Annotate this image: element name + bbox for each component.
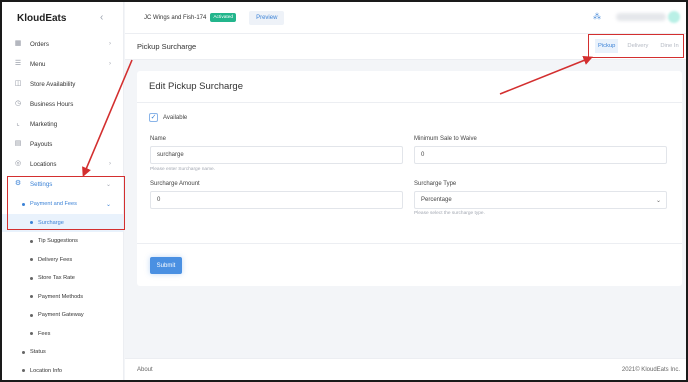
sidebar-item-label: Business Hours bbox=[30, 100, 74, 108]
clock-icon: ◷ bbox=[14, 100, 22, 107]
sidebar-item-label: Fees bbox=[38, 330, 51, 337]
sidebar-item-status[interactable]: Status bbox=[2, 343, 123, 362]
sidebar-item-fees[interactable]: Fees bbox=[2, 325, 123, 344]
min-sale-field[interactable]: 0 bbox=[414, 146, 667, 164]
tab-pickup[interactable]: Pickup bbox=[595, 39, 619, 53]
type-select[interactable]: Percentage ⌄ bbox=[414, 191, 667, 209]
sidebar-item-location-info[interactable]: Location Info bbox=[2, 362, 123, 381]
amount-label: Surcharge Amount bbox=[150, 181, 200, 187]
sidebar-item-menu[interactable]: ☰ Menu › bbox=[2, 54, 123, 74]
available-checkbox[interactable]: ✓ bbox=[149, 113, 158, 122]
card-title: Edit Pickup Surcharge bbox=[137, 71, 682, 103]
sidebar-item-payment-gateway[interactable]: Payment Gateway bbox=[2, 306, 123, 325]
type-hint: Please select the surcharge type. bbox=[414, 211, 485, 216]
user-name[interactable] bbox=[616, 13, 666, 21]
app-frame: KloudEats ‹ ▦ Orders › ☰ Menu › ◫ Store … bbox=[0, 0, 688, 382]
notification-icon[interactable]: ⁂ bbox=[593, 13, 601, 21]
amount-field[interactable]: 0 bbox=[150, 191, 403, 209]
sidebar-item-label: Status bbox=[30, 349, 46, 356]
bullet-icon bbox=[30, 295, 33, 299]
min-sale-label: Minimum Sale to Waive bbox=[414, 136, 477, 142]
sidebar-item-payment-methods[interactable]: Payment Methods bbox=[2, 288, 123, 307]
orders-icon: ▦ bbox=[14, 40, 22, 47]
menu-icon: ☰ bbox=[14, 60, 22, 67]
store-icon: ◫ bbox=[14, 80, 22, 87]
chevron-down-icon: ⌄ bbox=[655, 198, 661, 204]
sidebar-item-label: Store Tax Rate bbox=[38, 275, 75, 282]
bullet-icon bbox=[22, 369, 25, 373]
sidebar-item-label: Payment Methods bbox=[38, 293, 84, 300]
tab-delivery[interactable]: Delivery bbox=[624, 39, 651, 53]
collapse-sidebar-icon[interactable]: ‹ bbox=[100, 12, 103, 23]
page-title: Pickup Surcharge bbox=[137, 42, 197, 51]
divider bbox=[137, 243, 682, 244]
bullet-icon bbox=[30, 258, 33, 262]
sidebar-item-label: Store Availability bbox=[30, 80, 76, 88]
sidebar-item-label: Tip Suggestions bbox=[38, 238, 78, 245]
store-name: JC Wings and Fish-174 bbox=[144, 14, 207, 21]
sidebar-item-orders[interactable]: ▦ Orders › bbox=[2, 34, 123, 54]
sidebar-item-label: Delivery Fees bbox=[38, 256, 73, 263]
sidebar-item-payouts[interactable]: ▤ Payouts bbox=[2, 134, 123, 154]
chevron-right-icon: › bbox=[109, 61, 111, 67]
sidebar-item-label: Orders bbox=[30, 40, 49, 48]
bullet-icon bbox=[30, 313, 33, 317]
location-icon: ◎ bbox=[14, 160, 22, 167]
page-header: Pickup Surcharge Pickup Delivery Dine In bbox=[125, 34, 686, 60]
available-checkbox-row[interactable]: ✓ Available bbox=[149, 113, 187, 122]
brand-logo: KloudEats bbox=[17, 12, 67, 24]
sidebar-item-label: Locations bbox=[30, 160, 57, 168]
sidebar-item-business-hours[interactable]: ◷ Business Hours bbox=[2, 94, 123, 114]
name-label: Name bbox=[150, 136, 167, 142]
name-hint: Please enter Surcharge name. bbox=[150, 167, 216, 172]
avatar[interactable] bbox=[668, 11, 680, 23]
footer: About 2021© KloudEats Inc. bbox=[125, 358, 686, 380]
bullet-icon bbox=[22, 350, 25, 354]
bullet-icon bbox=[30, 276, 33, 280]
status-badge: Activated bbox=[210, 13, 237, 22]
top-bar: JC Wings and Fish-174 Activated Preview … bbox=[125, 2, 686, 34]
bullet-icon bbox=[30, 239, 33, 243]
chevron-right-icon: › bbox=[109, 41, 111, 47]
sidebar-item-store-availability[interactable]: ◫ Store Availability bbox=[2, 74, 123, 94]
tab-dine-in[interactable]: Dine In bbox=[657, 39, 681, 53]
sidebar-item-tip-suggestions[interactable]: Tip Suggestions bbox=[2, 232, 123, 251]
sidebar-item-locations[interactable]: ◎ Locations › bbox=[2, 154, 123, 174]
sidebar-nav: ▦ Orders › ☰ Menu › ◫ Store Availability… bbox=[2, 34, 123, 194]
type-select-value: Percentage bbox=[421, 197, 452, 203]
sidebar-item-marketing[interactable]: ⌞ Marketing bbox=[2, 114, 123, 134]
sidebar-item-label: Marketing bbox=[30, 120, 58, 128]
chevron-right-icon: › bbox=[109, 161, 111, 167]
sidebar: KloudEats ‹ ▦ Orders › ☰ Menu › ◫ Store … bbox=[2, 2, 125, 381]
wallet-icon: ▤ bbox=[14, 140, 22, 147]
preview-button[interactable]: Preview bbox=[249, 10, 285, 25]
sidebar-item-label: Payment Gateway bbox=[38, 312, 84, 319]
edit-surcharge-card: Edit Pickup Surcharge ✓ Available Name s… bbox=[137, 71, 682, 286]
footer-about-link[interactable]: About bbox=[137, 367, 153, 373]
sidebar-item-label: Location Info bbox=[30, 367, 63, 374]
sidebar-item-store-tax-rate[interactable]: Store Tax Rate bbox=[2, 269, 123, 288]
settings-highlight-box bbox=[7, 176, 125, 230]
sidebar-item-label: Payouts bbox=[30, 140, 53, 148]
sidebar-item-label: Menu bbox=[30, 60, 46, 68]
footer-copyright: 2021© KloudEats Inc. bbox=[621, 367, 680, 373]
chart-icon: ⌞ bbox=[16, 120, 20, 127]
bullet-icon bbox=[30, 332, 33, 336]
available-label: Available bbox=[163, 114, 188, 121]
tabs: Pickup Delivery Dine In bbox=[588, 34, 684, 58]
name-field[interactable]: surcharge bbox=[150, 146, 403, 164]
type-label: Surcharge Type bbox=[414, 181, 457, 187]
submit-button[interactable]: Submit bbox=[150, 257, 182, 274]
sidebar-item-delivery-fees[interactable]: Delivery Fees bbox=[2, 251, 123, 270]
